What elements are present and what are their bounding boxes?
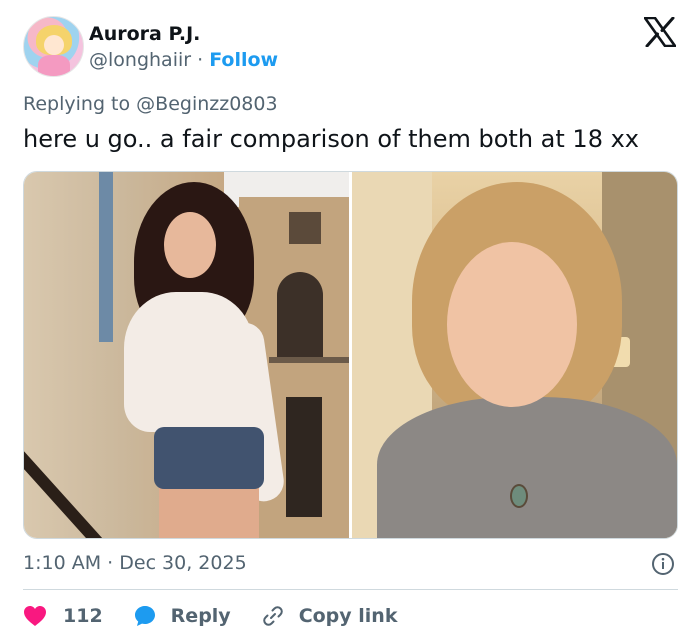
action-bar: 112 Reply Copy link (23, 603, 427, 629)
time: 1:10 AM (23, 552, 102, 574)
photo-wall-stripe (99, 172, 113, 342)
photo-window (289, 212, 321, 244)
like-button[interactable]: 112 (23, 605, 103, 627)
follow-button[interactable]: Follow (209, 49, 278, 71)
tweet-text: here u go.. a fair comparison of them bo… (23, 125, 639, 153)
handle-separator: · (197, 49, 204, 71)
reply-button[interactable]: Reply (133, 604, 231, 628)
copy-link-label: Copy link (298, 605, 398, 627)
date: Dec 30, 2025 (119, 552, 247, 574)
photo-stair-rail (24, 433, 149, 538)
reply-mention[interactable]: @Beginzz0803 (136, 93, 277, 115)
media-grid[interactable] (23, 171, 678, 539)
copy-link-button[interactable]: Copy link (261, 604, 398, 628)
photo-person-face (447, 242, 577, 407)
photo-person-legs (159, 482, 259, 538)
photo-arch-window (277, 272, 323, 362)
time-separator: · (107, 552, 114, 574)
timestamp[interactable]: 1:10 AM · Dec 30, 2025 (23, 551, 247, 575)
avatar-dress (38, 55, 70, 76)
avatar-face (44, 35, 64, 55)
photo-person-shorts (154, 427, 264, 489)
tweet-card: Aurora P.J. @longhaiir · Follow Replying… (0, 0, 700, 642)
author-name[interactable]: Aurora P.J. (89, 22, 200, 46)
divider (23, 589, 678, 590)
photo-pendant (510, 484, 528, 508)
reply-label: Reply (170, 605, 231, 627)
photo-balcony (269, 357, 349, 363)
avatar[interactable] (23, 16, 84, 77)
photo-right[interactable] (352, 172, 677, 538)
photo-person-face (164, 212, 216, 278)
x-logo-icon[interactable] (644, 17, 676, 47)
replying-prefix: Replying to (23, 93, 131, 115)
like-count: 112 (63, 605, 103, 627)
reply-bubble-icon (134, 606, 155, 626)
author-handle[interactable]: @longhaiir (89, 49, 191, 71)
photo-door (286, 397, 322, 517)
info-icon[interactable] (651, 552, 675, 576)
photo-left[interactable] (24, 172, 349, 538)
author-handle-line: @longhaiir · Follow (89, 48, 278, 72)
link-icon (262, 606, 283, 626)
photo-person-shirt (377, 397, 677, 538)
replying-to: Replying to @Beginzz0803 (23, 92, 278, 116)
heart-icon (24, 606, 46, 626)
